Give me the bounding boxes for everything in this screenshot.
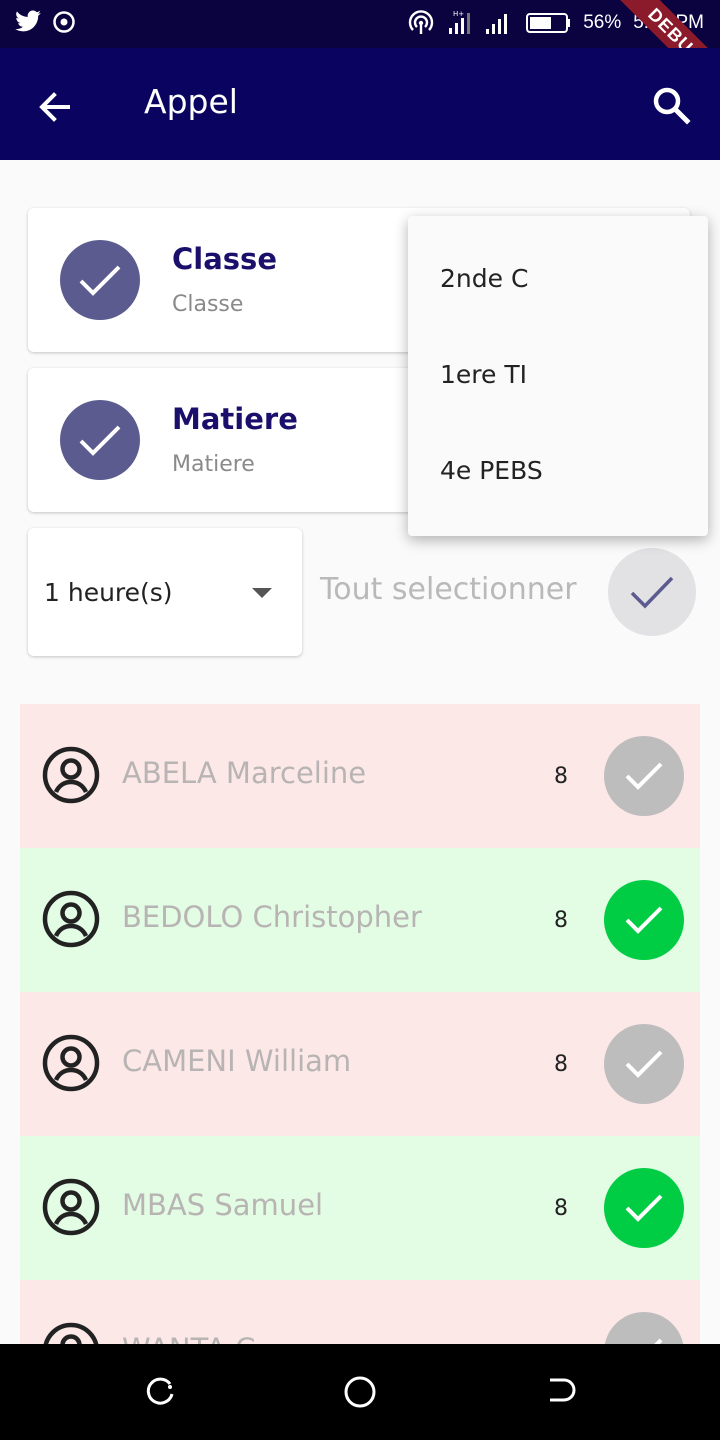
classe-check-badge bbox=[60, 240, 140, 320]
check-icon bbox=[79, 265, 121, 296]
page-title: Appel bbox=[144, 82, 238, 121]
student-count: 8 bbox=[554, 908, 568, 933]
account-circle-icon bbox=[42, 1178, 100, 1236]
account-circle-icon bbox=[42, 1034, 100, 1092]
media-icon bbox=[53, 11, 75, 33]
presence-toggle[interactable] bbox=[604, 1168, 684, 1248]
class-popup-menu: 2nde C 1ere TI 4e PEBS bbox=[408, 216, 708, 536]
arrow-back-icon[interactable] bbox=[32, 84, 78, 130]
menu-item-class[interactable]: 4e PEBS bbox=[408, 408, 708, 504]
battery-percent: 56% bbox=[583, 12, 622, 33]
student-list[interactable]: ABELA Marceline 8 BEDOLO Christopher 8 C… bbox=[20, 704, 700, 1344]
select-all-label: Tout selectionner bbox=[320, 572, 577, 607]
recent-apps-icon[interactable] bbox=[142, 1374, 178, 1410]
app-bar: Appel bbox=[0, 48, 720, 160]
student-name: ABELA Marceline bbox=[122, 756, 367, 790]
hours-dropdown-value: 1 heure(s) bbox=[44, 578, 173, 607]
data-signal-icon: H+ bbox=[449, 10, 471, 34]
student-row[interactable]: BEDOLO Christopher 8 bbox=[20, 848, 700, 992]
student-name: WANTA C bbox=[122, 1332, 255, 1344]
student-name: BEDOLO Christopher bbox=[122, 900, 422, 934]
presence-toggle[interactable] bbox=[604, 1024, 684, 1104]
check-icon bbox=[625, 906, 663, 934]
check-icon bbox=[654, 1338, 663, 1344]
matiere-title: Matiere bbox=[172, 402, 298, 436]
student-name: CAMENI William bbox=[122, 1044, 352, 1078]
twitter-icon bbox=[15, 10, 41, 32]
account-circle-icon bbox=[42, 890, 100, 948]
hours-dropdown[interactable]: 1 heure(s) bbox=[28, 528, 302, 656]
dropdown-arrow-icon bbox=[252, 588, 272, 598]
account-circle-icon bbox=[42, 746, 100, 804]
student-count: 8 bbox=[554, 764, 568, 789]
student-row[interactable]: WANTA C bbox=[20, 1280, 700, 1344]
menu-item-label: 2nde C bbox=[440, 264, 529, 293]
check-icon bbox=[625, 1050, 663, 1078]
check-icon bbox=[625, 762, 663, 790]
student-count: 8 bbox=[554, 1052, 568, 1077]
battery-icon bbox=[526, 13, 571, 33]
student-count: 8 bbox=[554, 1196, 568, 1221]
matiere-check-badge bbox=[60, 400, 140, 480]
menu-item-label: 4e PEBS bbox=[440, 456, 543, 485]
menu-item-class[interactable]: 1ere TI bbox=[408, 312, 708, 408]
matiere-subtitle: Matiere bbox=[172, 452, 255, 477]
presence-toggle[interactable] bbox=[604, 736, 684, 816]
check-icon bbox=[79, 425, 121, 456]
student-row[interactable]: CAMENI William 8 bbox=[20, 992, 700, 1136]
system-nav-bar bbox=[0, 1344, 720, 1440]
menu-item-class[interactable]: 2nde C bbox=[408, 216, 708, 312]
status-bar: H+ 56% 5:32 PM DEBUG bbox=[0, 0, 720, 110]
classe-subtitle: Classe bbox=[172, 292, 244, 317]
presence-toggle[interactable] bbox=[604, 880, 684, 960]
select-all-button[interactable] bbox=[608, 548, 696, 636]
hotspot-icon bbox=[409, 10, 434, 34]
student-row[interactable]: ABELA Marceline 8 bbox=[20, 704, 700, 848]
check-icon bbox=[630, 576, 674, 609]
home-icon[interactable] bbox=[342, 1374, 378, 1410]
check-icon bbox=[625, 1194, 663, 1222]
svg-text:H+: H+ bbox=[453, 10, 464, 18]
presence-toggle[interactable] bbox=[604, 1312, 684, 1344]
classe-title: Classe bbox=[172, 242, 277, 276]
search-icon[interactable] bbox=[648, 82, 694, 128]
student-name: MBAS Samuel bbox=[122, 1188, 324, 1222]
account-circle-icon bbox=[43, 1322, 99, 1344]
menu-item-label: 1ere TI bbox=[440, 360, 527, 389]
back-nav-icon[interactable] bbox=[542, 1374, 578, 1410]
signal-bars-icon bbox=[486, 14, 508, 34]
student-row[interactable]: MBAS Samuel 8 bbox=[20, 1136, 700, 1280]
